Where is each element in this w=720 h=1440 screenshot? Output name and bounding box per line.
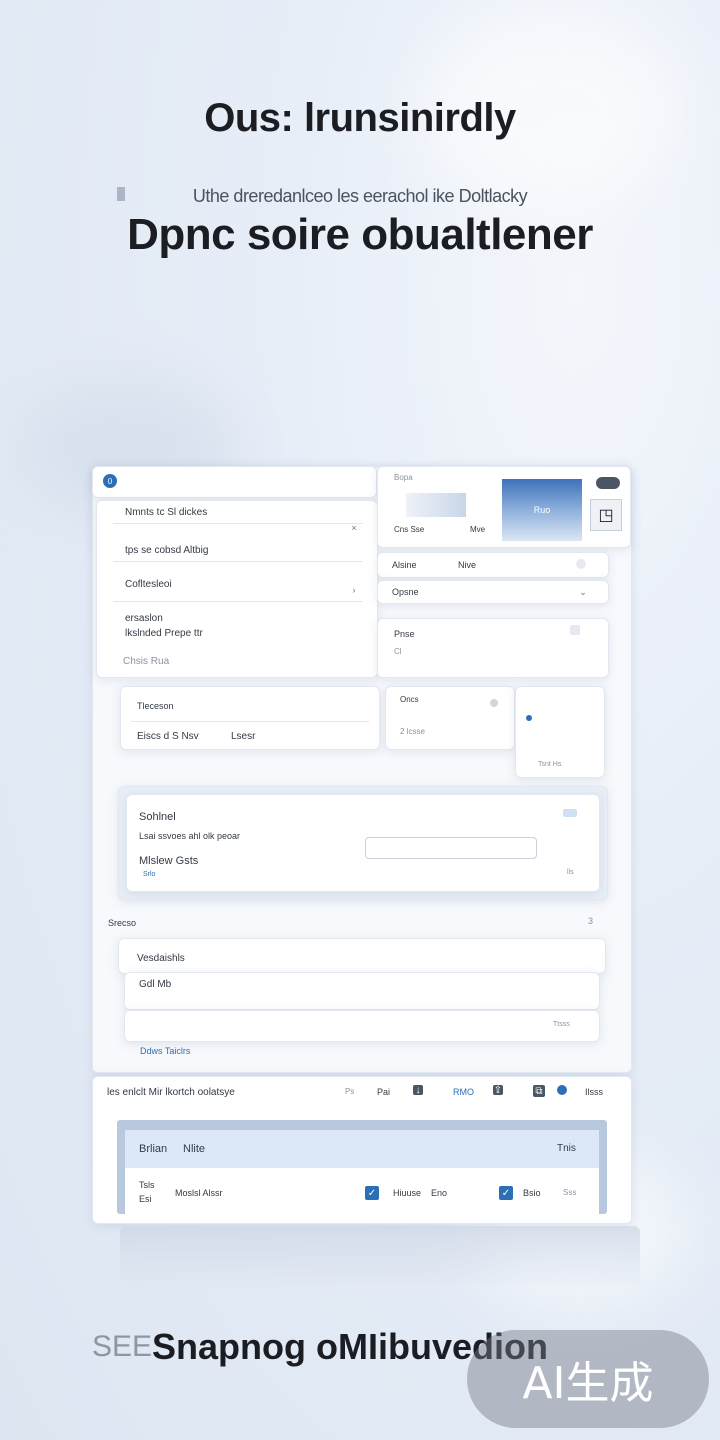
image-card[interactable]: Ruo	[502, 479, 582, 541]
list-item[interactable]: Gdl Mb	[124, 972, 600, 1010]
chevron-right-icon[interactable]: ›	[349, 585, 359, 595]
form-title: Sohlnel	[139, 811, 176, 823]
right-row[interactable]: Alsine Nive	[377, 552, 609, 578]
thumbnail	[406, 493, 466, 517]
checkbox-checked-icon[interactable]: ✓	[365, 1186, 379, 1200]
indicator-icon	[526, 715, 532, 721]
section-count: 3	[588, 916, 594, 926]
row-value: lkslnded Prepe ttr	[125, 628, 203, 639]
right-card-2: Oncs 2 lcsse	[385, 686, 515, 750]
form-card: Sohlnel Lsai ssvoes ahl olk peoar Mlslew…	[126, 794, 600, 892]
radio-icon[interactable]	[576, 559, 586, 569]
panel-label: Bopa	[394, 473, 413, 482]
item-sub: Gdl Mb	[139, 979, 172, 990]
footer-prefix: SEE	[92, 1330, 153, 1363]
row-footnote: Chsis Rua	[123, 656, 170, 667]
item-title: Vesdaishls	[137, 953, 185, 964]
left-mid-card: Tleceson Eiscs d S Nsv Lsesr	[120, 686, 380, 750]
edit-icon[interactable]	[563, 809, 577, 817]
section-label: Srecso	[108, 918, 137, 928]
menu-icon[interactable]	[570, 625, 580, 635]
top-right-panel: Bopa Ruo ◳ Cns Sse Mve	[377, 466, 631, 548]
caption: Cns Sse	[394, 525, 425, 534]
row-label[interactable]: Cofltesleoi	[125, 579, 172, 590]
ai-watermark: AI生成	[467, 1330, 709, 1428]
hero-subtitle: Uthe dreredanlceo les eerachol ike Doltl…	[192, 186, 528, 206]
list-item[interactable]: Ttsss	[124, 1010, 600, 1042]
top-left-header: 0	[92, 466, 377, 498]
table-row[interactable]: Tsls Esi Moslsl Alssr ✓ Hiuuse Eno ✓ Bsi…	[125, 1168, 599, 1214]
shadow-block	[120, 1226, 640, 1286]
hero-title: Ous: lrunsinirdly	[204, 96, 516, 140]
list-item[interactable]: Vesdaishls	[118, 938, 606, 974]
table-header: Brlian Nlite Tnis	[125, 1130, 599, 1168]
form-description: Lsai ssvoes ahl olk peoar	[139, 831, 241, 841]
download-icon[interactable]: ↓	[413, 1085, 423, 1096]
chevron-down-icon[interactable]: ⌄	[578, 587, 588, 597]
row-label[interactable]: Eiscs d S Nsv	[137, 731, 199, 742]
share-icon[interactable]: ⇪	[493, 1085, 503, 1096]
text-field[interactable]	[365, 837, 537, 859]
settings-icon[interactable]	[557, 1085, 567, 1095]
row-label: ersaslon	[125, 613, 163, 624]
top-left-panel: Nmnts tc Sl dickes tps se cobsd Altbig ×…	[96, 500, 378, 678]
status-dot-icon	[490, 699, 498, 707]
form-link[interactable]: Srlo	[143, 871, 155, 878]
footer-link[interactable]: Ddws Taiclrs	[140, 1046, 190, 1056]
right-card: Pnse Cl	[377, 618, 609, 678]
hero-tagline: Dpnc soire obualtlener	[127, 210, 593, 259]
caption: Mve	[470, 525, 486, 534]
row-label[interactable]: tps se cobsd Altbig	[125, 545, 208, 556]
toolbar-title: les enlclt Mir lkortch oolatsye	[107, 1087, 235, 1098]
right-row[interactable]: Opsne ⌄	[377, 580, 609, 604]
right-card-3: Tsnt Hs	[515, 686, 605, 778]
field-label: Mlslew Gsts	[139, 855, 199, 867]
toggle[interactable]	[596, 477, 620, 489]
info-icon: 0	[103, 474, 117, 488]
expand-icon[interactable]: ◳	[590, 499, 622, 531]
checkbox-checked-icon[interactable]: ✓	[499, 1186, 513, 1200]
copy-icon[interactable]: ⧉	[533, 1085, 545, 1097]
row-label: Nmnts tc Sl dickes	[125, 507, 208, 518]
close-icon[interactable]: ×	[349, 523, 359, 533]
